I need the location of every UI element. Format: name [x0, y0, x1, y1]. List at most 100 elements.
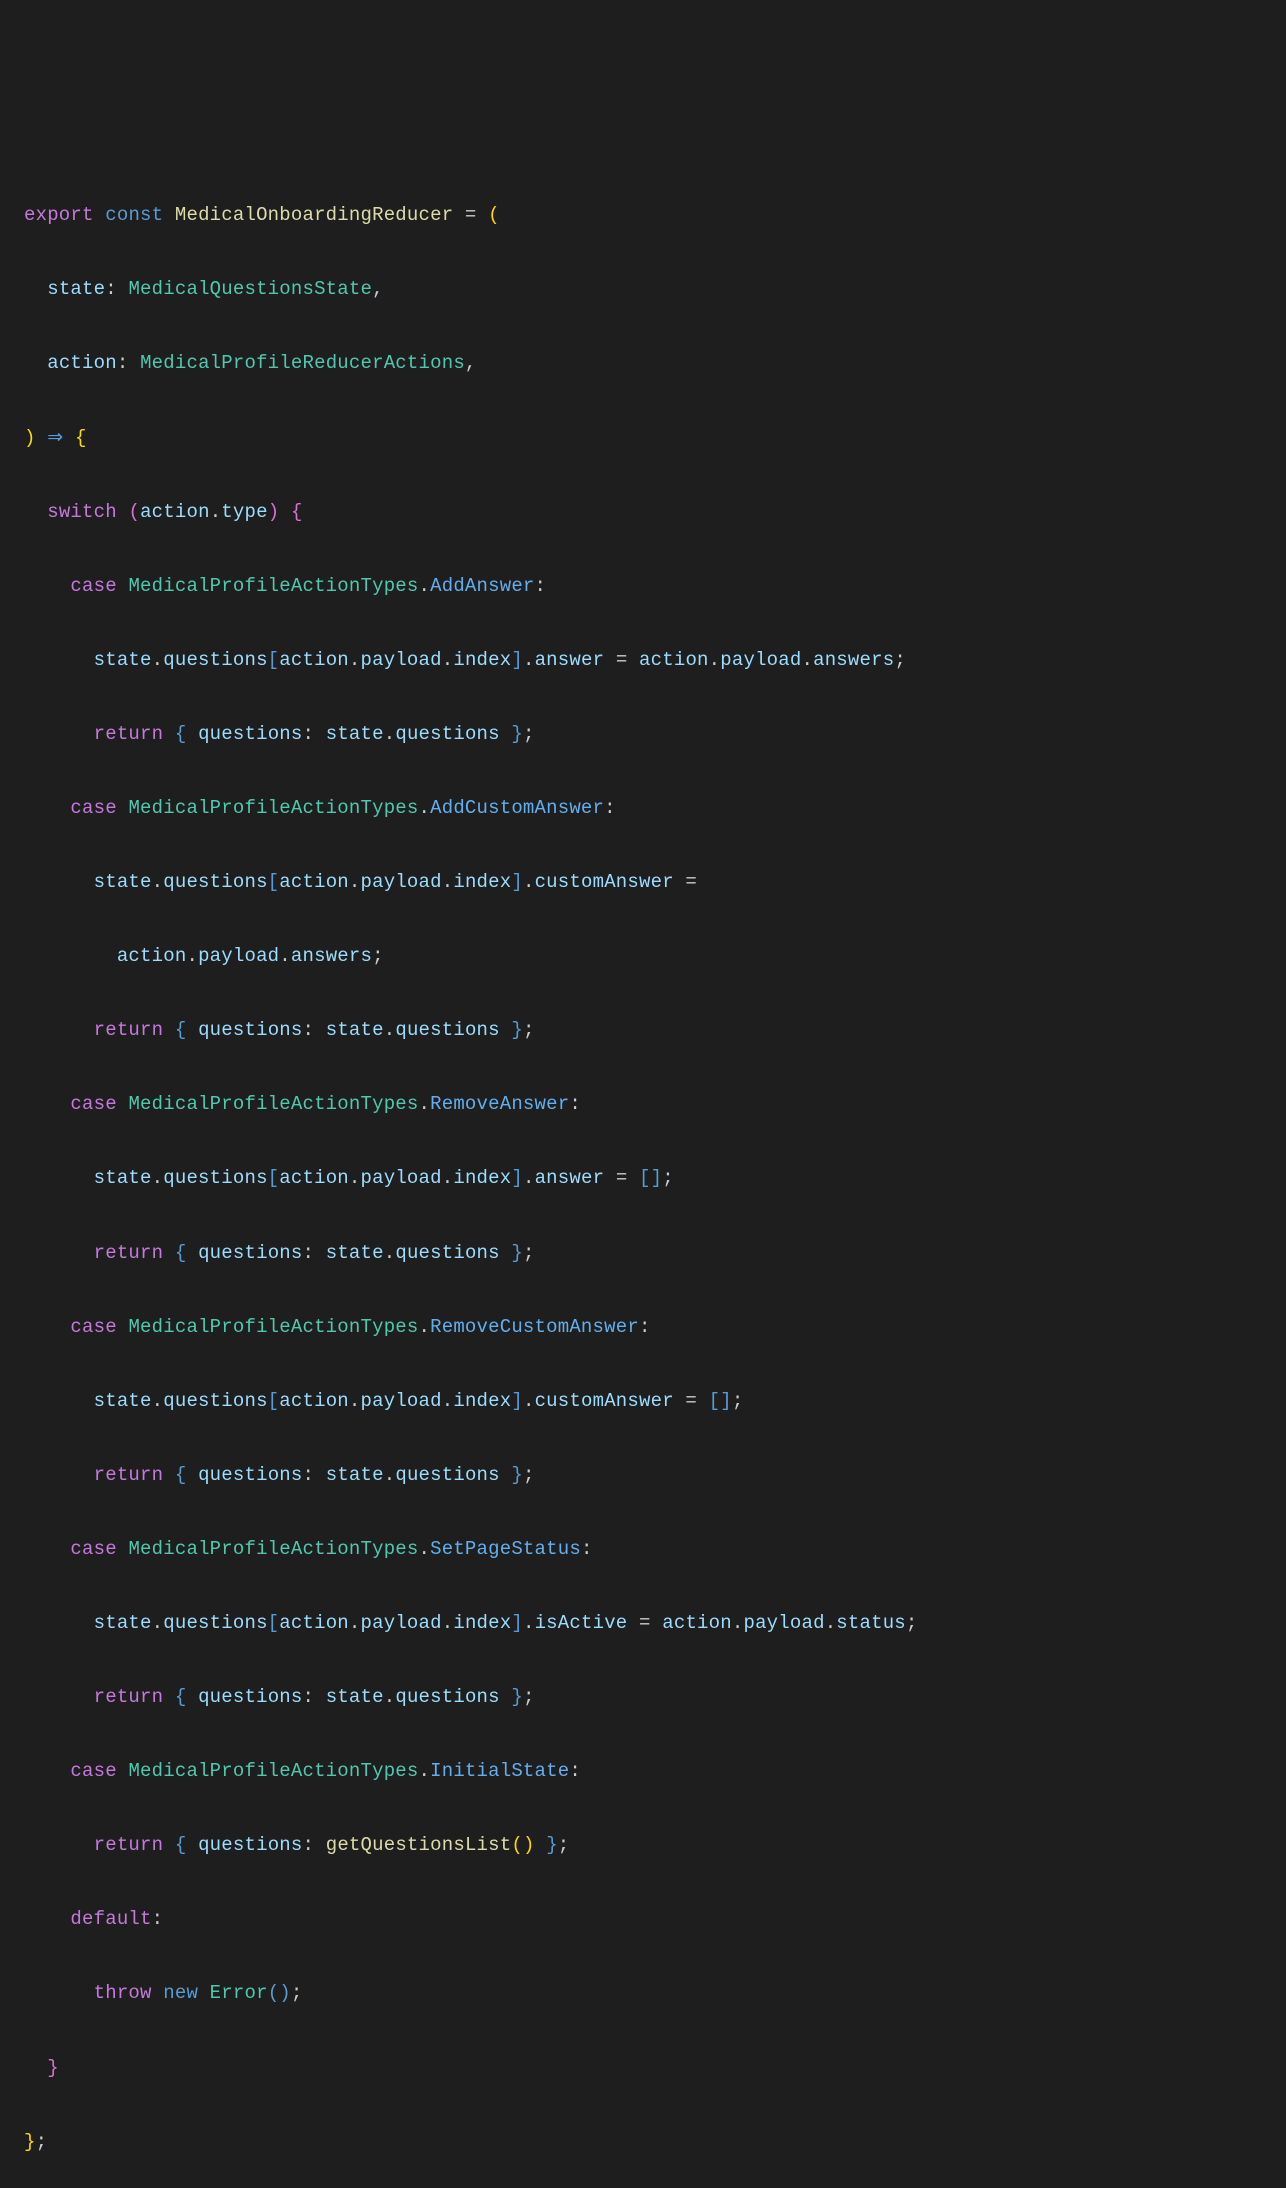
bracket-close: ]: [511, 1167, 523, 1189]
bracket-close: ]: [651, 1167, 663, 1189]
keyword-case: case: [70, 1093, 116, 1115]
property: customAnswer: [535, 1390, 674, 1412]
code-line: throw new Error();: [24, 1975, 1262, 2012]
colon: :: [535, 575, 547, 597]
keyword-case: case: [70, 1316, 116, 1338]
property: index: [453, 1167, 511, 1189]
colon: :: [303, 1019, 315, 1041]
keyword-return: return: [94, 723, 164, 745]
dot-operator: .: [349, 871, 361, 893]
function-name: MedicalOnboardingReducer: [175, 204, 453, 226]
keyword-return: return: [94, 1686, 164, 1708]
equals-operator: =: [685, 1390, 697, 1412]
semicolon: ;: [906, 1612, 918, 1634]
identifier: state: [94, 1612, 152, 1634]
bracket-close: ]: [511, 871, 523, 893]
colon: :: [303, 1686, 315, 1708]
parameter: action: [47, 352, 117, 374]
colon: :: [639, 1316, 651, 1338]
dot-operator: .: [419, 1760, 431, 1782]
identifier: action: [279, 1612, 349, 1634]
identifier: state: [326, 1019, 384, 1041]
colon: :: [105, 278, 117, 300]
type-name: MedicalProfileActionTypes: [128, 575, 418, 597]
code-line: case MedicalProfileActionTypes.AddAnswer…: [24, 568, 1262, 605]
paren-close: ): [24, 427, 36, 449]
dot-operator: .: [152, 1390, 164, 1412]
enum-member: RemoveCustomAnswer: [430, 1316, 639, 1338]
equals-operator: =: [616, 649, 628, 671]
property: index: [453, 871, 511, 893]
bracket-open: [: [268, 871, 280, 893]
keyword-return: return: [94, 1464, 164, 1486]
comma: ,: [372, 278, 384, 300]
equals-operator: =: [639, 1612, 651, 1634]
semicolon: ;: [523, 1019, 535, 1041]
dot-operator: .: [523, 649, 535, 671]
property: payload: [361, 1390, 442, 1412]
dot-operator: .: [210, 501, 222, 523]
dot-operator: .: [384, 1242, 396, 1264]
brace-close: }: [511, 1019, 523, 1041]
bracket-open: [: [268, 1612, 280, 1634]
code-line: };: [24, 2124, 1262, 2161]
colon: :: [604, 797, 616, 819]
dot-operator: .: [419, 797, 431, 819]
brace-open: {: [175, 723, 187, 745]
property: index: [453, 649, 511, 671]
property: questions: [163, 1167, 267, 1189]
property: payload: [361, 871, 442, 893]
dot-operator: .: [419, 1316, 431, 1338]
dot-operator: .: [523, 1167, 535, 1189]
property: status: [836, 1612, 906, 1634]
property: answers: [813, 649, 894, 671]
code-line: case MedicalProfileActionTypes.RemoveCus…: [24, 1309, 1262, 1346]
dot-operator: .: [442, 1167, 454, 1189]
colon: :: [303, 1464, 315, 1486]
type-name: MedicalProfileActionTypes: [128, 1093, 418, 1115]
property: questions: [198, 1019, 302, 1041]
keyword-return: return: [94, 1242, 164, 1264]
dot-operator: .: [419, 1093, 431, 1115]
type-annotation: MedicalProfileReducerActions: [140, 352, 465, 374]
property: index: [453, 1612, 511, 1634]
dot-operator: .: [801, 649, 813, 671]
keyword-export: export: [24, 204, 94, 226]
keyword-case: case: [70, 575, 116, 597]
colon: :: [117, 352, 129, 374]
dot-operator: .: [384, 1686, 396, 1708]
code-line: return { questions: state.questions };: [24, 1235, 1262, 1272]
identifier: state: [326, 1686, 384, 1708]
paren-open: (: [511, 1834, 523, 1856]
property: answers: [291, 945, 372, 967]
identifier: action: [279, 871, 349, 893]
code-line: default:: [24, 1901, 1262, 1938]
identifier: action: [639, 649, 709, 671]
brace-close: }: [546, 1834, 558, 1856]
code-line: state.questions[action.payload.index].cu…: [24, 1383, 1262, 1420]
code-line: action: MedicalProfileReducerActions,: [24, 345, 1262, 382]
function-call: getQuestionsList: [326, 1834, 512, 1856]
dot-operator: .: [442, 649, 454, 671]
code-line: export const MedicalOnboardingReducer = …: [24, 197, 1262, 234]
colon: :: [581, 1538, 593, 1560]
semicolon: ;: [36, 2131, 48, 2153]
brace-open: {: [291, 501, 303, 523]
brace-close: }: [24, 2131, 36, 2153]
identifier: state: [94, 649, 152, 671]
dot-operator: .: [349, 649, 361, 671]
identifier: action: [279, 1390, 349, 1412]
paren-close: ): [279, 1982, 291, 2004]
dot-operator: .: [279, 945, 291, 967]
keyword-case: case: [70, 797, 116, 819]
code-line: return { questions: state.questions };: [24, 1679, 1262, 1716]
property: questions: [163, 649, 267, 671]
property: questions: [395, 1019, 499, 1041]
semicolon: ;: [523, 1242, 535, 1264]
semicolon: ;: [662, 1167, 674, 1189]
code-line: state.questions[action.payload.index].cu…: [24, 864, 1262, 901]
code-editor[interactable]: export const MedicalOnboardingReducer = …: [24, 160, 1262, 2188]
semicolon: ;: [523, 723, 535, 745]
brace-close: }: [511, 1242, 523, 1264]
property: answer: [535, 649, 605, 671]
